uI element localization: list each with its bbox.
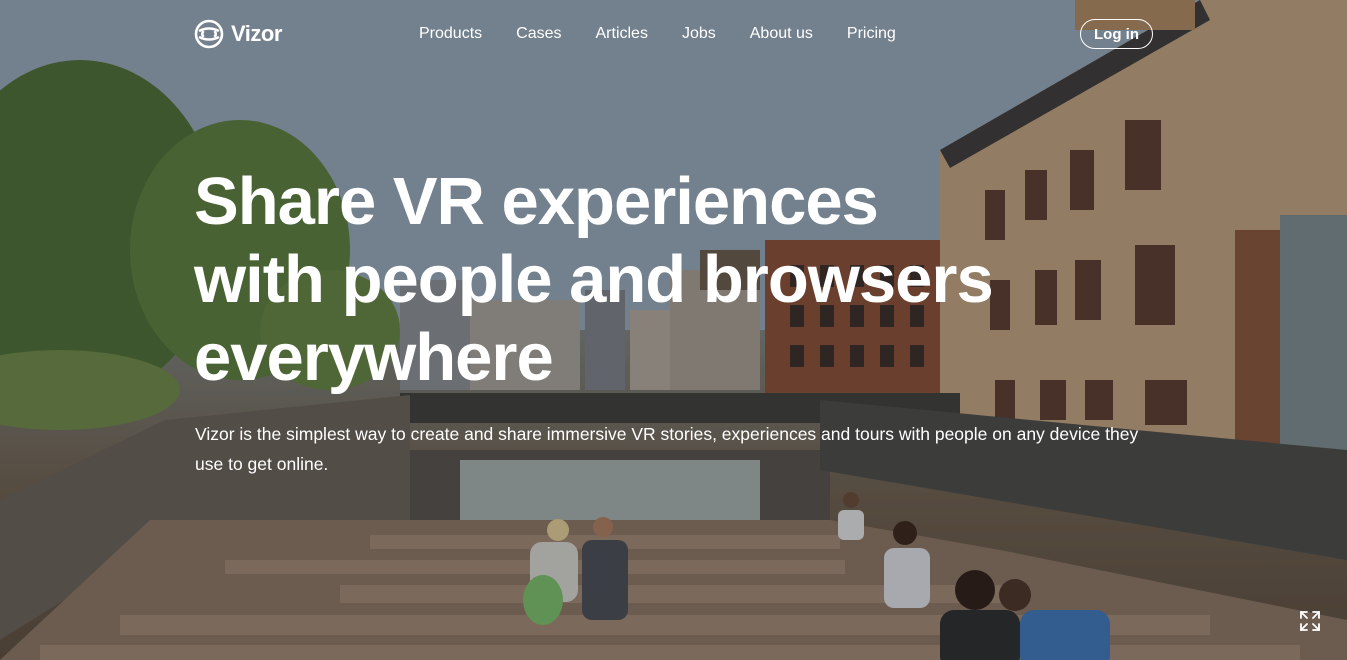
- hero-headline-line: Share VR experiences: [194, 164, 879, 239]
- hero-subtitle: Vizor is the simplest way to create and …: [195, 424, 1139, 474]
- hero-headline: Share VR experiences with people and bro…: [194, 163, 1094, 397]
- hero-headline-line: with people and browsers: [194, 242, 994, 317]
- hero-headline-line: everywhere: [194, 320, 554, 395]
- login-button[interactable]: Log in: [1080, 19, 1153, 49]
- top-navigation: Vizor Products Cases Articles Jobs About…: [0, 0, 1347, 70]
- brand-name: Vizor: [231, 21, 282, 46]
- nav-link-products[interactable]: Products: [419, 25, 482, 43]
- vizor-logo-icon: [194, 19, 224, 49]
- brand-logo[interactable]: Vizor: [194, 19, 282, 49]
- main-nav: Products Cases Articles Jobs About us Pr…: [419, 25, 930, 43]
- nav-link-about-us[interactable]: About us: [750, 25, 813, 43]
- nav-link-articles[interactable]: Articles: [596, 25, 648, 43]
- nav-link-cases[interactable]: Cases: [516, 25, 561, 43]
- nav-link-pricing[interactable]: Pricing: [847, 25, 896, 43]
- fullscreen-icon[interactable]: [1298, 609, 1322, 633]
- hero-section: Vizor Products Cases Articles Jobs About…: [0, 0, 1347, 660]
- nav-link-jobs[interactable]: Jobs: [682, 25, 716, 43]
